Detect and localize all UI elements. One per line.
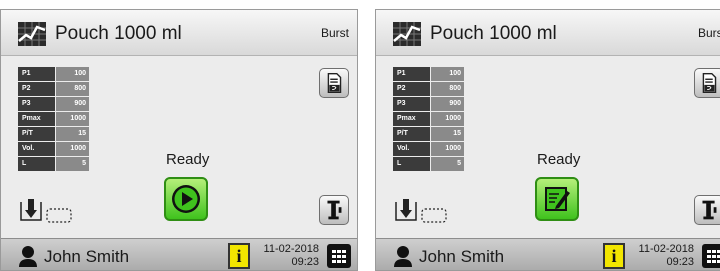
param-row-pmax: Pmax 1000	[18, 112, 89, 126]
param-row-l: L5	[18, 157, 89, 171]
play-icon	[172, 185, 200, 213]
header-bar: Pouch 1000 ml Burst	[376, 10, 720, 56]
chart-grid-icon	[18, 22, 46, 46]
parameter-table: P1 100 P2 800 P3 900 Pmax 1000 P/T 15 Vol. 100…	[18, 67, 89, 172]
edit-program-button[interactable]	[535, 177, 579, 221]
program-title: Pouch 1000 ml	[55, 23, 182, 44]
screen-panel-left: Pouch 1000 ml Burst P1 100 P2 800 P3 900 Pm…	[0, 9, 358, 271]
info-button[interactable]: i	[603, 243, 625, 269]
param-row-vol: Vol. 1000	[393, 142, 464, 156]
footer-bar: John Smith i 11-02-2018 09:23	[1, 238, 357, 270]
param-row-pt: P/T 15	[18, 127, 89, 141]
param-row-p2: P2 800	[393, 82, 464, 96]
tool-button[interactable]	[319, 195, 349, 225]
datetime: 11-02-2018 09:23	[257, 243, 319, 269]
report-button[interactable]	[694, 68, 720, 98]
grid-menu-icon	[332, 250, 346, 263]
footer-bar: John Smith i 11-02-2018 09:23	[376, 238, 720, 270]
param-row-pt: P/T 15	[393, 127, 464, 141]
user-name: John Smith	[44, 247, 130, 266]
menu-button[interactable]	[327, 244, 351, 268]
program-title: Pouch 1000 ml	[430, 23, 557, 44]
param-row-vol: Vol. 1000	[18, 142, 89, 156]
document-icon	[327, 72, 342, 94]
user-icon	[19, 246, 37, 267]
pump-icon	[702, 200, 717, 220]
param-row-p3: P3 900	[393, 97, 464, 111]
edit-icon	[545, 187, 570, 211]
date-text: 11-02-2018	[263, 243, 319, 255]
start-test-button[interactable]	[164, 177, 208, 221]
user-icon	[394, 246, 412, 267]
datetime: 11-02-2018 09:23	[632, 243, 694, 269]
tool-button[interactable]	[694, 195, 720, 225]
status-text: Ready	[166, 151, 210, 168]
param-row-p1: P1 100	[393, 67, 464, 81]
pump-icon	[327, 200, 342, 220]
screen-panel-right: Pouch 1000 ml Burst P1100 P2800 P3900 Pm…	[375, 9, 720, 271]
param-row-p2: P2 800	[18, 82, 89, 96]
status-text: Ready	[537, 151, 581, 168]
time-text: 09:23	[666, 256, 694, 268]
param-row-p3: P3 900	[18, 97, 89, 111]
user-name: John Smith	[419, 247, 505, 266]
parameter-table: P1 100 P2 800 P3 900 Pmax 1000 P/T 15 Vol. 100…	[393, 67, 464, 172]
load-pouch-icon[interactable]	[18, 197, 78, 225]
info-button[interactable]: i	[228, 243, 250, 269]
report-button[interactable]	[319, 68, 349, 98]
test-mode-label: Burst	[320, 26, 349, 40]
menu-button[interactable]	[702, 244, 720, 268]
header-bar: Pouch 1000 ml Burst	[1, 10, 357, 56]
grid-menu-icon	[707, 250, 720, 263]
time-text: 09:23	[291, 256, 319, 268]
param-row-l: L5	[393, 157, 464, 171]
param-row-pmax: Pmax 1000	[393, 112, 464, 126]
test-mode-label: Burst	[697, 26, 720, 40]
load-pouch-icon[interactable]	[393, 197, 453, 225]
param-row-p1: P1 100	[18, 67, 89, 81]
chart-grid-icon	[393, 22, 421, 46]
document-icon	[702, 72, 717, 94]
date-text: 11-02-2018	[638, 243, 694, 255]
